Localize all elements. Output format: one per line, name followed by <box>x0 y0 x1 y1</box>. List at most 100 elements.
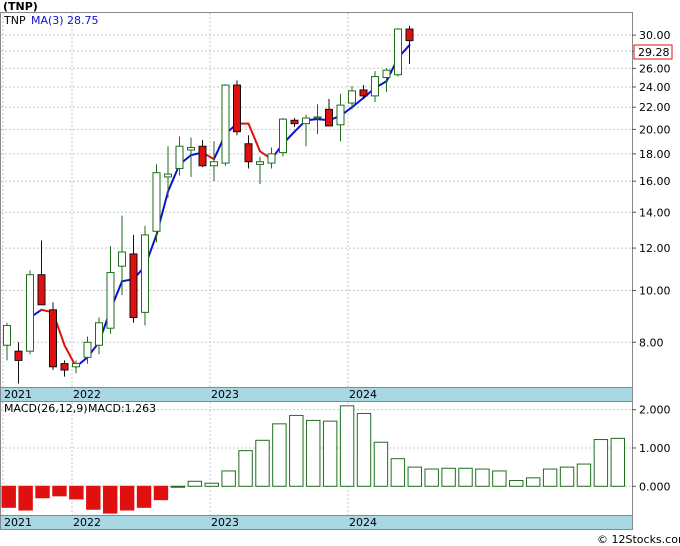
macd-bar <box>306 419 321 487</box>
macd-bar <box>255 439 270 487</box>
price-tick-label: 16.00 <box>639 175 671 188</box>
macd-bar <box>390 458 406 487</box>
macd-bar <box>86 485 101 510</box>
candle-down <box>233 84 241 133</box>
candle-up <box>175 145 184 170</box>
macd-bar <box>289 414 304 487</box>
candle-up <box>106 272 115 329</box>
candle-down <box>14 350 23 361</box>
candle-up <box>302 117 310 125</box>
macd-bar <box>136 485 152 508</box>
candle-up <box>336 104 345 126</box>
price-y-axis: 30.0028.0026.0024.0022.0020.0018.0016.00… <box>632 29 671 349</box>
candle-down <box>359 89 368 97</box>
macd-y-axis: 2.000 1.000 0.000 <box>632 404 671 493</box>
price-x-tick-label: 2021 <box>4 388 32 401</box>
candle-down <box>244 143 253 163</box>
macd-bar <box>119 485 135 511</box>
macd-bar <box>272 423 287 487</box>
candle-up <box>210 161 218 167</box>
price-tick-label: 26.00 <box>639 62 671 75</box>
candle-up <box>3 324 11 346</box>
candle-up <box>221 84 230 164</box>
stock-chart: 30.0028.0026.0024.0022.0020.0018.0016.00… <box>0 0 680 546</box>
candle-up <box>348 90 356 104</box>
candle-up <box>72 363 80 368</box>
macd-bar <box>18 485 33 511</box>
candle-up <box>382 69 391 79</box>
candle-down <box>405 28 414 42</box>
candle-down <box>60 363 69 371</box>
macd-bar <box>221 470 236 487</box>
last-price-label: 29.28 <box>638 46 670 59</box>
macd-bar <box>559 466 575 487</box>
price-tick-label: 24.00 <box>639 81 671 94</box>
macd-bar <box>593 439 609 487</box>
macd-bar <box>610 437 625 487</box>
macd-tick-label: 1.000 <box>639 442 671 455</box>
price-tick-label: 8.00 <box>639 336 664 349</box>
candle-up <box>313 116 322 119</box>
price-x-tick-label: 2023 <box>211 388 239 401</box>
macd-bar <box>69 485 84 500</box>
chart-title: (TNP) <box>3 0 38 13</box>
macd-value-label: MACD:1.263 <box>88 402 156 415</box>
macd-bar <box>170 485 186 488</box>
macd-bar <box>441 467 456 487</box>
macd-bar <box>509 480 524 487</box>
candle-up <box>118 251 126 267</box>
macd-bar <box>339 405 355 487</box>
macd-x-tick-label: 2021 <box>4 516 32 529</box>
watermark: © 12Stocks.com <box>597 533 680 546</box>
macd-name-label: MACD(26,12,9) <box>4 402 88 415</box>
candle-up <box>83 341 92 358</box>
macd-bar <box>187 480 203 487</box>
macd-bar <box>373 441 389 487</box>
candle-up <box>152 172 161 232</box>
macd-bar <box>153 485 169 501</box>
macd-tick-label: 0.000 <box>639 480 671 493</box>
macd-x-tick-label: 2024 <box>349 516 377 529</box>
legend-symbol: TNP <box>3 14 26 27</box>
macd-tick-label: 2.000 <box>639 404 671 417</box>
candle-down <box>198 145 207 167</box>
macd-bar <box>424 468 439 487</box>
price-tick-label: 14.00 <box>639 206 671 219</box>
legend-ma-value: 28.75 <box>67 14 99 27</box>
candle-down <box>49 309 57 368</box>
price-tick-label: 22.00 <box>639 101 671 114</box>
price-x-tick-label: 2022 <box>73 388 101 401</box>
price-tick-label: 30.00 <box>639 29 671 42</box>
candle-up <box>371 76 379 97</box>
price-tick-label: 10.00 <box>639 284 671 297</box>
macd-bar <box>35 485 50 499</box>
macd-x-tick-label: 2022 <box>73 516 101 529</box>
macd-bar <box>322 420 338 487</box>
macd-bar <box>204 482 219 487</box>
candle-down <box>37 274 46 306</box>
macd-bar <box>103 485 118 514</box>
candle-up <box>187 146 195 151</box>
macd-bar <box>492 470 507 487</box>
macd-bar <box>1 485 16 508</box>
price-x-tick-label: 2024 <box>349 388 377 401</box>
macd-bar <box>238 450 253 487</box>
macd-x-tick-label: 2023 <box>211 516 239 529</box>
macd-bar <box>542 468 558 487</box>
price-tick-label: 18.00 <box>639 148 671 161</box>
macd-bar <box>475 468 490 487</box>
candle-up <box>95 322 103 346</box>
macd-bar <box>407 466 422 487</box>
candle-up <box>279 118 287 154</box>
candle-up <box>164 173 172 178</box>
macd-bar <box>525 477 541 487</box>
candle-up <box>267 153 276 164</box>
price-tick-label: 12.00 <box>639 242 671 255</box>
candle-up <box>26 274 34 352</box>
price-tick-label: 20.00 <box>639 123 671 136</box>
legend-ma: MA(3) <box>31 14 64 27</box>
macd-bar <box>458 467 473 487</box>
macd-bar <box>356 412 372 487</box>
candle-up <box>141 234 149 313</box>
macd-bar <box>52 485 67 497</box>
